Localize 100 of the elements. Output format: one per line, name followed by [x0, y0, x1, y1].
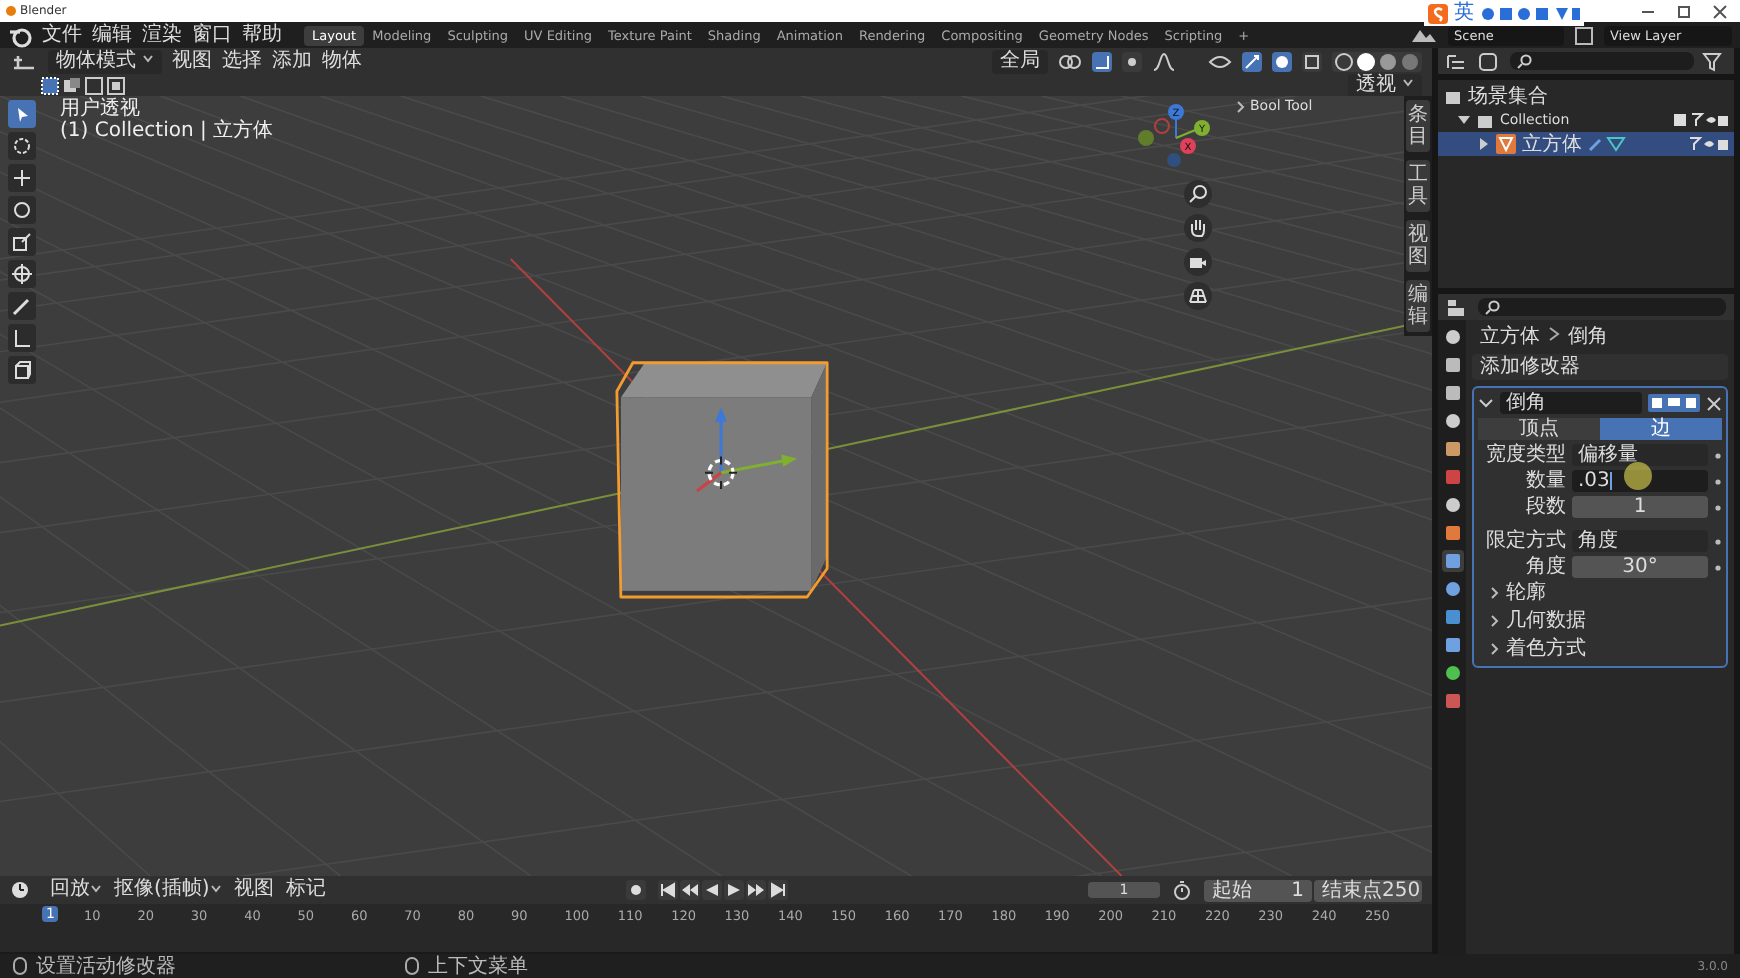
visibility-toggles-icon[interactable]: [1672, 112, 1728, 128]
constraints-properties-tab[interactable]: [1441, 634, 1463, 656]
move-tool[interactable]: [8, 164, 36, 192]
filter-icon[interactable]: [1702, 51, 1726, 71]
keyframe-dot-icon[interactable]: [1714, 537, 1722, 545]
scale-tool[interactable]: [8, 228, 36, 256]
keyframe-dot-icon[interactable]: [1714, 477, 1722, 485]
particles-properties-tab[interactable]: [1441, 578, 1463, 600]
new-selection-icon[interactable]: [40, 75, 60, 95]
select-box-tool[interactable]: [8, 100, 36, 128]
affect-mode-tab[interactable]: 顶点: [1478, 418, 1600, 440]
world-properties-tab[interactable]: [1441, 466, 1463, 488]
sidebar-tab[interactable]: 工具: [1406, 160, 1430, 212]
gizmo-toggle[interactable]: [1242, 51, 1262, 71]
zoom-icon[interactable]: [1184, 180, 1212, 208]
record-button[interactable]: [625, 880, 646, 900]
orientation-dropdown[interactable]: 全局: [992, 49, 1048, 73]
wireframe-shading-icon[interactable]: [1334, 51, 1354, 71]
add-cube-tool[interactable]: [8, 356, 36, 384]
tool-properties-tab[interactable]: [1441, 326, 1463, 348]
z-axis-handle[interactable]: [1168, 104, 1184, 120]
collection-properties-tab[interactable]: [1441, 494, 1463, 516]
falloff-curve-icon[interactable]: [1152, 51, 1176, 71]
x-axis-handle[interactable]: [1180, 138, 1196, 154]
subtract-selection-icon[interactable]: [84, 75, 104, 95]
render-properties-tab[interactable]: [1441, 354, 1463, 376]
negative-x-axis-handle[interactable]: [1154, 118, 1170, 134]
visibility-toggles-icon[interactable]: [1688, 136, 1728, 152]
menu-item[interactable]: 窗口: [192, 23, 232, 47]
keyframe-dot-icon[interactable]: [1714, 503, 1722, 511]
material-properties-tab[interactable]: [1441, 690, 1463, 712]
negative-y-axis-handle[interactable]: [1138, 130, 1154, 146]
menu-item[interactable]: 编辑: [92, 23, 132, 47]
negative-z-axis-handle[interactable]: [1167, 153, 1181, 167]
link-icon[interactable]: [1058, 51, 1082, 71]
menu-item[interactable]: 视图: [172, 49, 213, 73]
menu-item[interactable]: 渲染: [142, 23, 182, 47]
keyframe-dot-icon[interactable]: [1714, 563, 1722, 571]
ime-tools-icon[interactable]: [1480, 6, 1580, 22]
close-icon[interactable]: [1712, 3, 1728, 19]
measure-tool[interactable]: [8, 324, 36, 352]
dropdown-field[interactable]: 角度: [1572, 530, 1708, 552]
blender-logo-icon[interactable]: [8, 23, 32, 47]
display-mode-icon[interactable]: [1478, 51, 1502, 71]
menu-item[interactable]: 选择: [222, 49, 263, 73]
cursor-tool[interactable]: [8, 132, 36, 160]
sidebar-tab[interactable]: 编辑: [1406, 280, 1430, 332]
modifier-visibility-toggles-icon[interactable]: [1648, 394, 1700, 412]
collapsed-section-header[interactable]: 几何数据: [1478, 610, 1722, 634]
start-frame-field[interactable]: 起始 1: [1204, 879, 1312, 901]
affect-mode-tab[interactable]: 边: [1600, 418, 1722, 440]
y-axis-handle[interactable]: [1194, 120, 1210, 136]
search-field[interactable]: [1510, 52, 1694, 70]
snap-toggle[interactable]: [1092, 51, 1112, 71]
data-properties-tab[interactable]: [1441, 662, 1463, 684]
solid-shading-icon[interactable]: [1356, 51, 1376, 71]
end-frame-field[interactable]: 结束点250: [1314, 879, 1422, 901]
intersect-selection-icon[interactable]: [106, 75, 126, 95]
sidebar-tab[interactable]: 视图: [1406, 220, 1430, 272]
physics-properties-tab[interactable]: [1441, 606, 1463, 628]
menu-item[interactable]: 添加: [272, 49, 313, 73]
editor-type-icon[interactable]: [1446, 297, 1470, 317]
menu-dropdown[interactable]: 回放: [50, 878, 102, 902]
annotate-tool[interactable]: [8, 292, 36, 320]
collapsed-section-header[interactable]: 轮廓: [1478, 582, 1722, 606]
output-properties-tab[interactable]: [1441, 382, 1463, 404]
rotate-tool[interactable]: [8, 196, 36, 224]
maximize-icon[interactable]: [1676, 3, 1692, 19]
menu-item[interactable]: 物体: [322, 49, 363, 73]
proportional-toggle[interactable]: [1122, 51, 1142, 71]
previous-keyframe-button[interactable]: [679, 880, 700, 900]
perspective-dropdown[interactable]: 透视: [1347, 73, 1422, 97]
search-field[interactable]: [1478, 298, 1726, 316]
material-shading-icon[interactable]: [1378, 51, 1398, 71]
number-field[interactable]: 1: [1572, 496, 1708, 518]
collapsed-section-header[interactable]: 着色方式: [1478, 638, 1722, 662]
add-modifier-dropdown[interactable]: 添加修改器: [1472, 354, 1728, 380]
modifier-name-field[interactable]: 倒角: [1500, 392, 1642, 414]
ime-language-label[interactable]: 英: [1454, 2, 1474, 26]
next-keyframe-button[interactable]: [745, 880, 766, 900]
mode-dropdown[interactable]: 物体模式: [48, 49, 163, 73]
shading-mode-group[interactable]: [1332, 51, 1422, 71]
transform-tool[interactable]: [8, 260, 36, 288]
extend-selection-icon[interactable]: [62, 75, 82, 95]
input-field[interactable]: .03: [1572, 470, 1708, 492]
menu-item[interactable]: 文件: [42, 23, 82, 47]
stopwatch-icon[interactable]: [1172, 880, 1192, 900]
layers-icon[interactable]: [1574, 25, 1594, 45]
visibility-icon[interactable]: [1208, 51, 1232, 71]
outliner-row[interactable]: 立方体: [1438, 132, 1734, 156]
keyframe-dot-icon[interactable]: [1714, 451, 1722, 459]
menu-item[interactable]: 标记: [285, 878, 326, 902]
menu-item[interactable]: 帮助: [242, 23, 282, 47]
dropdown-field[interactable]: 偏移量: [1572, 444, 1708, 466]
overlay-toggle[interactable]: [1272, 51, 1292, 71]
input-method-logo-icon[interactable]: [1428, 4, 1448, 24]
hand-icon[interactable]: [1184, 214, 1212, 242]
menu-item[interactable]: 视图: [233, 878, 274, 902]
object-properties-tab[interactable]: [1441, 522, 1463, 544]
view-properties-tab[interactable]: [1441, 410, 1463, 432]
